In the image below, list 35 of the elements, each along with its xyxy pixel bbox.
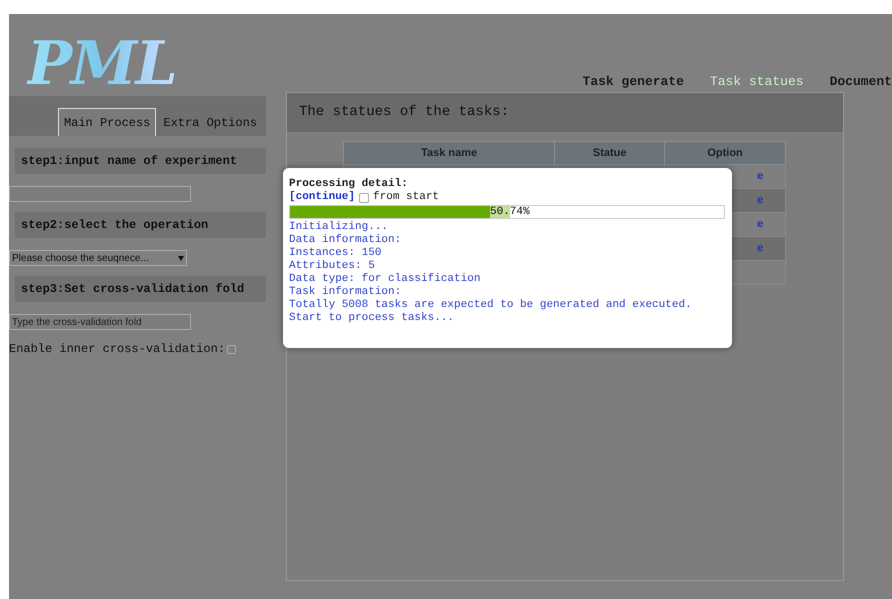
checkbox[interactable] bbox=[359, 192, 370, 202]
nav-link[interactable]: Task generate bbox=[582, 72, 684, 91]
select-field[interactable]: Please choose the seuqnece... bbox=[9, 250, 187, 266]
step-heading: step1:input name of experiment bbox=[15, 148, 266, 174]
text-field[interactable] bbox=[9, 186, 191, 202]
log-line: Data type: for classification bbox=[289, 273, 480, 286]
step-heading: step2:select the operation bbox=[15, 212, 266, 238]
option-link[interactable]: e bbox=[757, 218, 764, 230]
panel-title: The statues of the tasks: bbox=[287, 93, 843, 132]
text-field[interactable]: Type the cross-validation fold bbox=[9, 314, 191, 330]
column-header: Option bbox=[664, 142, 786, 164]
checkbox-label: Enable inner cross-validation: bbox=[9, 341, 226, 358]
nav-link[interactable]: Document bbox=[830, 72, 892, 91]
checkbox[interactable] bbox=[227, 344, 236, 354]
log-line: Start to process tasks... bbox=[289, 312, 454, 325]
log-line: Totally 5008 tasks are expected to be generated and executed. bbox=[289, 299, 692, 312]
log-line: Data information: bbox=[289, 234, 402, 247]
log-line: Task information: bbox=[289, 286, 402, 299]
column-header: Statue bbox=[554, 142, 665, 164]
continue-link[interactable]: [continue] bbox=[289, 191, 356, 204]
dialog-title: Processing detail: bbox=[289, 178, 408, 191]
option-link[interactable]: e bbox=[757, 242, 764, 254]
checkbox-label: from start bbox=[373, 191, 440, 204]
dropdown-arrow-icon bbox=[178, 256, 184, 260]
log-line: Attributes: 5 bbox=[289, 260, 375, 273]
nav-link[interactable]: Task statues bbox=[710, 72, 804, 91]
tab[interactable]: Main Process bbox=[58, 108, 156, 136]
option-link[interactable]: e bbox=[757, 194, 764, 206]
option-link[interactable]: e bbox=[757, 170, 764, 182]
log-line: Initializing... bbox=[289, 221, 388, 234]
column-header: Task name bbox=[344, 142, 555, 164]
tab[interactable]: Extra Options bbox=[158, 110, 262, 136]
step-heading: step3:Set cross-validation fold bbox=[15, 276, 266, 302]
log-line: Instances: 150 bbox=[289, 247, 382, 260]
progress-reading: 50.74% bbox=[490, 206, 530, 218]
